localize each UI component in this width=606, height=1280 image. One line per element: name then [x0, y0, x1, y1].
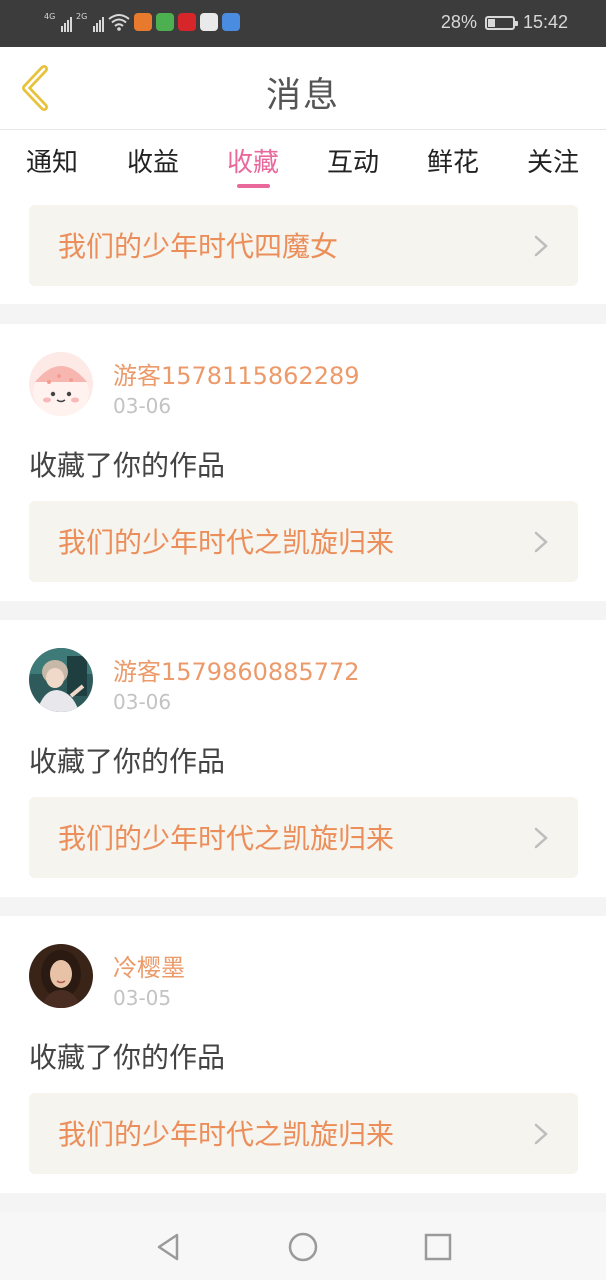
- avatar[interactable]: [29, 352, 93, 416]
- work-title: 我们的少年时代之凯旋归来: [58, 1118, 395, 1151]
- tab-notifications[interactable]: 通知: [12, 142, 92, 179]
- username[interactable]: 冷樱墨: [113, 948, 185, 983]
- list-item: 我们的少年时代四魔女: [0, 191, 606, 304]
- work-link[interactable]: 我们的少年时代之凯旋归来: [29, 797, 578, 878]
- work-link[interactable]: 我们的少年时代之凯旋归来: [29, 501, 578, 582]
- wifi-icon: [108, 14, 130, 31]
- tab-favorites[interactable]: 收藏: [213, 142, 293, 179]
- avatar[interactable]: [29, 944, 93, 1008]
- chevron-right-icon: [534, 827, 548, 849]
- maps-icon: [222, 13, 240, 31]
- signal-icon-2: 2G: [76, 12, 104, 32]
- work-link[interactable]: 我们的少年时代四魔女: [29, 205, 578, 286]
- taobao-icon: [134, 13, 152, 31]
- camera-icon: [200, 13, 218, 31]
- status-right: 28% 15:42: [441, 12, 568, 33]
- app-header: 消息: [0, 47, 606, 130]
- work-title: 我们的少年时代之凯旋归来: [58, 526, 395, 559]
- action-text: 收藏了你的作品: [29, 449, 226, 482]
- tab-bar: 通知 收益 收藏 互动 鲜花 关注: [0, 130, 606, 191]
- username[interactable]: 游客1579860885772: [113, 652, 360, 687]
- list-item: 游客1578115862289 03-06 收藏了你的作品 我们的少年时代之凯旋…: [0, 324, 606, 601]
- avatar[interactable]: [29, 648, 93, 712]
- tab-following[interactable]: 关注: [513, 142, 593, 179]
- battery-percent: 28%: [440, 12, 477, 32]
- chevron-right-icon: [534, 235, 548, 257]
- status-bar: 4G 2G 28% 15:42: [0, 0, 606, 47]
- page-title: 消息: [265, 76, 340, 116]
- action-text: 收藏了你的作品: [29, 745, 226, 778]
- weibo-icon: [178, 13, 196, 31]
- nav-recents-icon[interactable]: [421, 1230, 455, 1264]
- list-item: 游客1579860885772 03-06 收藏了你的作品 我们的少年时代之凯旋…: [0, 620, 606, 897]
- date: 03-06: [113, 394, 172, 418]
- date: 03-05: [113, 986, 172, 1010]
- list-item: 冷樱墨 03-05 收藏了你的作品 我们的少年时代之凯旋归来: [0, 916, 606, 1193]
- tab-interactions[interactable]: 互动: [313, 142, 393, 179]
- chevron-right-icon: [534, 531, 548, 553]
- network-type-1: 4G: [44, 12, 56, 21]
- date: 03-06: [113, 690, 172, 714]
- tab-flowers[interactable]: 鲜花: [413, 142, 493, 179]
- clock: 15:42: [522, 12, 568, 32]
- action-text: 收藏了你的作品: [29, 1041, 226, 1074]
- work-title: 我们的少年时代之凯旋归来: [58, 822, 395, 855]
- work-link[interactable]: 我们的少年时代之凯旋归来: [29, 1093, 578, 1174]
- status-icons: 4G 2G: [44, 12, 240, 32]
- active-tab-indicator: [237, 184, 270, 188]
- work-title: 我们的少年时代四魔女: [58, 230, 339, 263]
- network-type-2: 2G: [76, 12, 88, 21]
- play-icon: [156, 13, 174, 31]
- chevron-right-icon: [534, 1123, 548, 1145]
- battery-icon: [484, 15, 518, 30]
- nav-home-icon[interactable]: [286, 1230, 320, 1264]
- nav-back-icon[interactable]: [151, 1230, 185, 1264]
- tab-earnings[interactable]: 收益: [113, 142, 193, 179]
- system-nav-bar: [0, 1212, 606, 1280]
- username[interactable]: 游客1578115862289: [113, 356, 360, 391]
- signal-icon: 4G: [44, 12, 72, 32]
